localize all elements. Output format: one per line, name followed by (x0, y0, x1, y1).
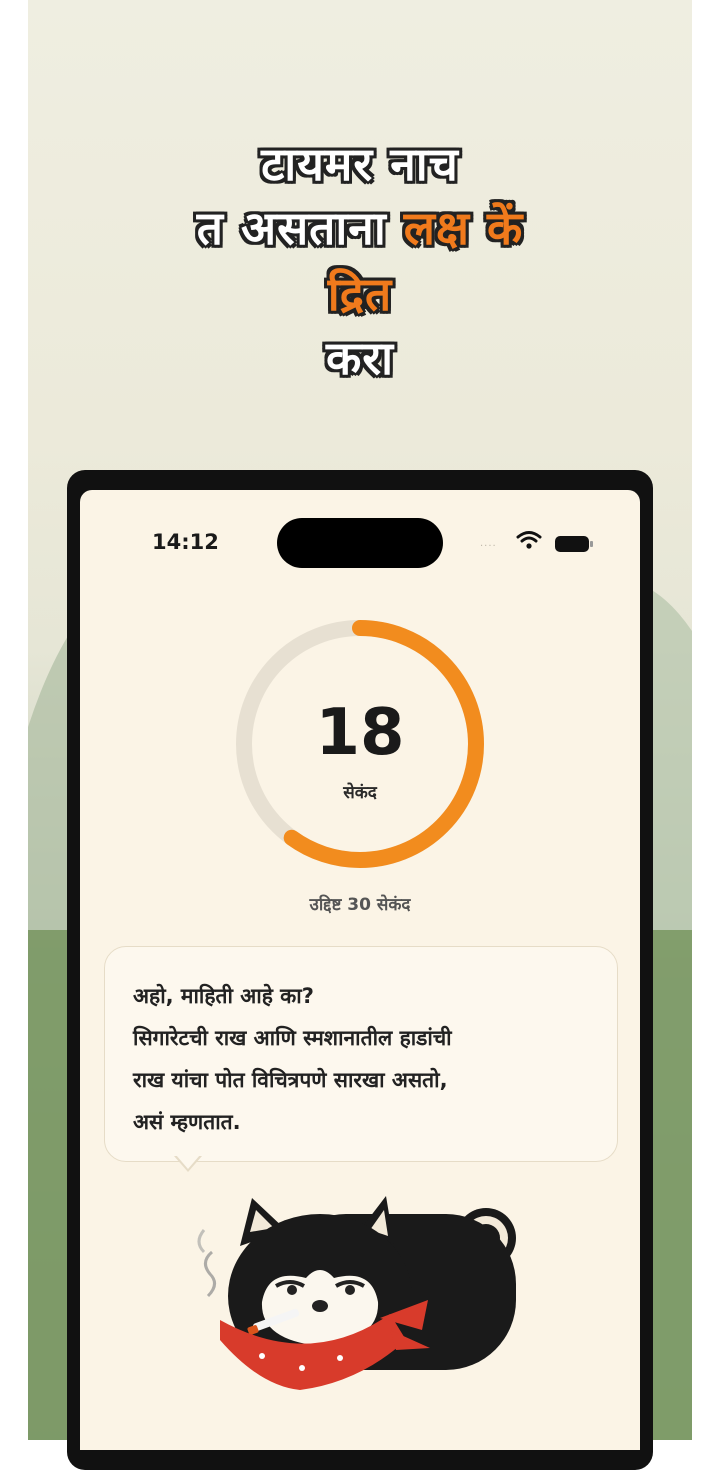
headline-accent: द्रित (327, 267, 393, 321)
message-line: राख यांचा पोत विचित्रपणे सारखा असतो, (133, 1068, 448, 1092)
headline-line-2: त असताना लक्ष कें (196, 201, 524, 255)
message-line: सिगारेटची राख आणि स्मशानातील हाडांची (133, 1026, 452, 1050)
smoking-dog-mascot (197, 1196, 516, 1390)
message-line: असं म्हणतात. (133, 1110, 241, 1134)
timer-unit: सेकंद (343, 783, 377, 803)
bottom-text-clipped (200, 1430, 580, 1450)
speech-bubble-tail (176, 1155, 200, 1169)
headline-accent: लक्ष कें (403, 201, 524, 255)
headline-line-4: करा (325, 331, 395, 385)
message-text: अहो, माहिती आहे का? सिगारेटची राख आणि स्… (133, 975, 603, 1143)
signal-icon: .... (480, 538, 497, 549)
battery-icon (555, 536, 593, 552)
dynamic-island (277, 518, 443, 568)
headline-line-3: द्रित (0, 262, 720, 324)
message-line: अहो, माहिती आहे का? (133, 984, 314, 1008)
status-time: 14:12 (152, 530, 219, 554)
wifi-icon (516, 531, 542, 549)
headline-line-1: टायमर नाच (261, 137, 459, 191)
timer-goal: उद्दिष्ट 30 सेकंद (309, 895, 411, 915)
phone-screen: 14:12 .... 18 सेकंद उद्दिष्ट 30 सेकंद अह… (80, 490, 640, 1450)
speech-bubble: अहो, माहिती आहे का? सिगारेटची राख आणि स्… (104, 946, 618, 1162)
timer-value: 18 (315, 696, 405, 770)
